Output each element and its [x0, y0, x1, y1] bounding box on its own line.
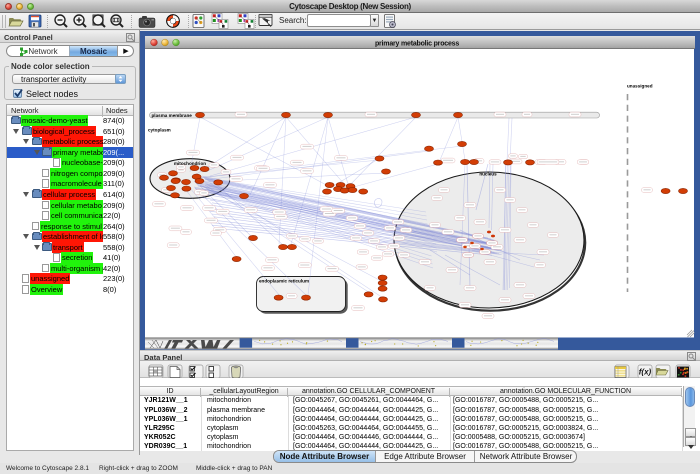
- svg-text:f(x): f(x): [639, 368, 652, 377]
- svg-text:primary metabolic process: primary metabolic process: [375, 41, 459, 48]
- svg-text:mitochondrion: mitochondrion: [174, 161, 206, 166]
- svg-text:cytoplasm: cytoplasm: [148, 128, 171, 133]
- svg-text:endoplasmic reticulum: endoplasmic reticulum: [259, 279, 309, 284]
- svg-text:plasma membrane: plasma membrane: [152, 113, 193, 118]
- svg-text:nucleus: nucleus: [479, 172, 497, 177]
- svg-text:unassigned: unassigned: [627, 84, 653, 89]
